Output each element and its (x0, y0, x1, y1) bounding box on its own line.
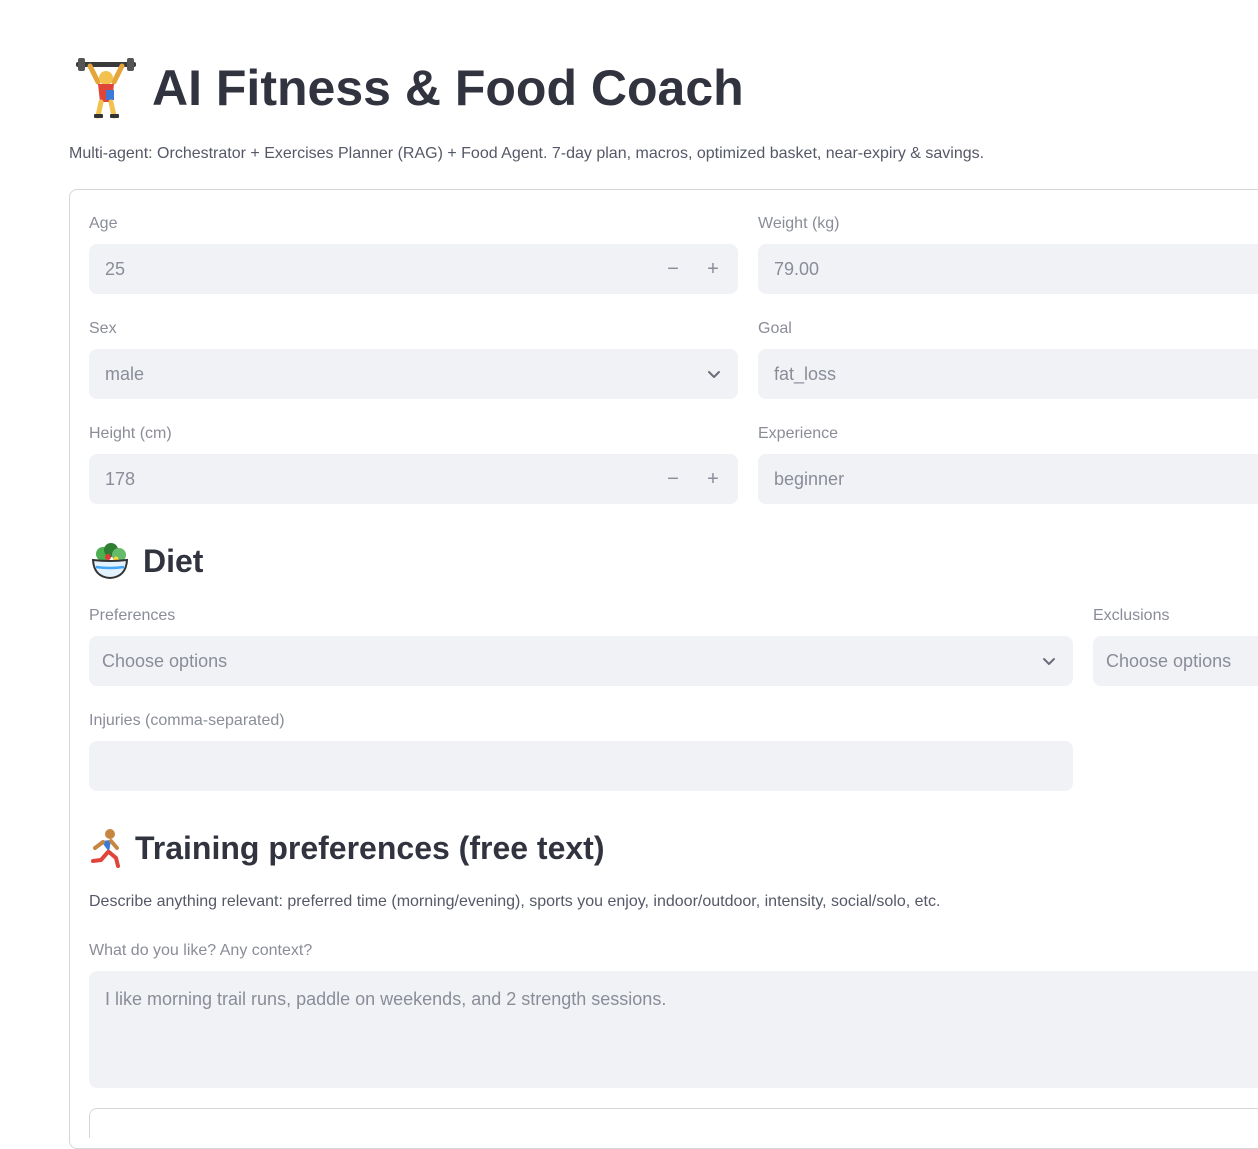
goal-value: fat_loss (774, 363, 837, 384)
sex-label: Sex (89, 320, 117, 337)
experience-select[interactable]: beginner (758, 454, 1258, 504)
injuries-label: Injuries (comma-separated) (89, 712, 285, 729)
age-decrement-button[interactable]: − (664, 258, 682, 281)
salad-icon (91, 543, 129, 580)
experience-label: Experience (758, 425, 839, 442)
age-stepper: − + (664, 258, 722, 281)
page-title-text: AI Fitness & Food Coach (152, 60, 744, 116)
exclusions-placeholder: Choose options (1106, 650, 1232, 671)
weight-input[interactable]: 79.00 (758, 244, 1258, 294)
height-label: Height (cm) (89, 425, 172, 442)
exclusions-multiselect[interactable]: Choose options (1093, 636, 1258, 686)
sex-select[interactable]: male (89, 349, 738, 399)
age-label: Age (89, 215, 118, 232)
training-heading-text: Training preferences (free text) (135, 829, 605, 866)
preferences-multiselect[interactable]: Choose options (89, 636, 1073, 686)
goal-select[interactable]: fat_loss (758, 349, 1258, 399)
page-subtitle: Multi-agent: Orchestrator + Exercises Pl… (69, 145, 985, 162)
goal-label: Goal (758, 320, 792, 337)
runner-icon (91, 829, 120, 868)
next-section-container (89, 1108, 1258, 1138)
training-heading: Training preferences (free text) (89, 825, 604, 871)
age-input[interactable]: 25 − + (89, 244, 738, 294)
page-title: AI Fitness & Food Coach (74, 56, 744, 120)
diet-heading-text: Diet (143, 542, 204, 579)
experience-value: beginner (774, 468, 845, 489)
height-decrement-button[interactable]: − (664, 468, 682, 491)
height-value: 178 (105, 468, 136, 489)
injuries-input[interactable] (89, 741, 1073, 791)
chevron-down-icon (1043, 658, 1055, 665)
height-increment-button[interactable]: + (704, 468, 722, 491)
context-textarea[interactable]: I like morning trail runs, paddle on wee… (89, 971, 1258, 1088)
exclusions-label: Exclusions (1093, 607, 1170, 624)
height-stepper: − + (664, 468, 722, 491)
weight-value: 79.00 (774, 258, 820, 279)
height-input[interactable]: 178 − + (89, 454, 738, 504)
diet-heading: Diet (89, 538, 203, 584)
context-label: What do you like? Any context? (89, 942, 313, 959)
sex-value: male (105, 363, 145, 384)
weight-label: Weight (kg) (758, 215, 840, 232)
weightlifter-icon (76, 58, 136, 119)
preferences-placeholder: Choose options (102, 650, 228, 671)
preferences-label: Preferences (89, 607, 176, 624)
age-value: 25 (105, 258, 126, 279)
age-increment-button[interactable]: + (704, 258, 722, 281)
context-placeholder: I like morning trail runs, paddle on wee… (105, 989, 667, 1009)
training-description: Describe anything relevant: preferred ti… (89, 893, 941, 910)
chevron-down-icon (708, 371, 720, 378)
